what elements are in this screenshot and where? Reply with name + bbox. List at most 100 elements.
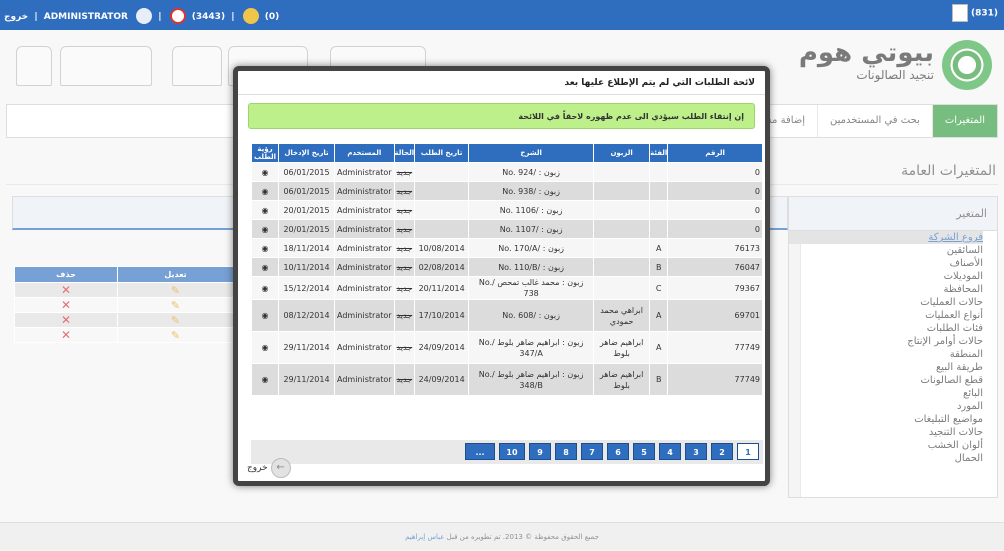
request-category: B — [649, 363, 669, 396]
request-category — [649, 200, 669, 220]
request-category: C — [649, 276, 669, 300]
column-header-status: الحالة — [393, 143, 416, 163]
request-category: A — [649, 331, 669, 364]
alarm-clock-icon[interactable] — [169, 8, 186, 24]
view-eye-icon[interactable]: ◉ — [251, 276, 279, 300]
table-row: 0 زبون : /No. 924 جديد Administrator 06/01/2… — [251, 162, 763, 182]
column-header-request-date: تاريخ الطلب — [414, 143, 470, 163]
status-badge: جديد — [393, 363, 416, 396]
entry-date: 18/11/2014 — [278, 238, 335, 258]
column-header-description: الشرح — [468, 143, 595, 163]
status-badge: جديد — [393, 200, 416, 220]
view-eye-icon[interactable]: ◉ — [251, 363, 279, 396]
request-number: 76173 — [667, 238, 763, 258]
view-eye-icon[interactable]: ◉ — [251, 219, 279, 239]
status-badge: جديد — [393, 238, 416, 258]
page-button[interactable]: 6 — [607, 443, 629, 460]
page-button[interactable]: 8 — [555, 443, 577, 460]
message-count: (0) — [264, 11, 280, 22]
column-header-category: الفئة — [649, 143, 669, 163]
table-row: 79367 C زبون : محمد غالب تمحص /No. 738 20/1… — [251, 276, 763, 300]
request-description: زبون : ابراهيم ضاهر بلوط /No. 347/A — [468, 331, 595, 364]
table-row: 69701 A ابراهي محمد حمودي زبون : /No. 608 17… — [251, 299, 763, 332]
request-date: 02/08/2014 — [414, 257, 470, 277]
user-name: Administrator — [334, 238, 395, 258]
request-number: 76047 — [667, 257, 763, 277]
user-name: Administrator — [334, 162, 395, 182]
request-date: 10/08/2014 — [414, 238, 470, 258]
user-name: Administrator — [334, 363, 395, 396]
customer-name: ابراهيم ضاهر بلوط — [593, 363, 651, 396]
request-description: زبون : /No. 608 — [468, 299, 595, 332]
entry-date: 08/12/2014 — [278, 299, 335, 332]
user-icon[interactable] — [136, 8, 153, 24]
request-number: 0 — [667, 162, 763, 182]
customer-name — [593, 200, 651, 220]
entry-date: 20/01/2015 — [278, 200, 335, 220]
request-number: 0 — [667, 200, 763, 220]
customer-name — [593, 276, 651, 300]
page-button[interactable]: 2 — [711, 443, 733, 460]
status-badge: جديد — [393, 257, 416, 277]
notice-message: إن إنتقاء الطلب سيؤدي الى عدم ظهوره لاحق… — [248, 103, 755, 129]
view-eye-icon[interactable]: ◉ — [251, 200, 279, 220]
top-bar: خروج | ADMINISTRATOR | (3443) | (0) (831… — [0, 0, 1004, 30]
page-button[interactable]: 9 — [529, 443, 551, 460]
status-badge: جديد — [393, 162, 416, 182]
entry-date: 06/01/2015 — [278, 181, 335, 201]
entry-date: 20/01/2015 — [278, 219, 335, 239]
view-eye-icon[interactable]: ◉ — [251, 299, 279, 332]
entry-date: 29/11/2014 — [278, 331, 335, 364]
table-row: 76047 B زبون : /No. 110/B 02/08/2014 جديد Adm… — [251, 257, 763, 277]
exit-label: خروج — [247, 463, 268, 473]
calendar-count: (831) — [970, 8, 998, 19]
column-header-view: رؤية الطلب — [251, 143, 279, 163]
request-number: 79367 — [667, 276, 763, 300]
request-category: A — [649, 299, 669, 332]
view-eye-icon[interactable]: ◉ — [251, 238, 279, 258]
messages-icon[interactable] — [242, 8, 259, 24]
request-category: B — [649, 257, 669, 277]
customer-name — [593, 257, 651, 277]
user-name: Administrator — [334, 200, 395, 220]
calendar-icon[interactable] — [951, 4, 968, 22]
request-date: 24/09/2014 — [414, 363, 470, 396]
request-number: 77749 — [667, 363, 763, 396]
request-category — [649, 162, 669, 182]
request-description: زبون : /No. 1106 — [468, 200, 595, 220]
logout-link[interactable]: خروج — [4, 12, 28, 22]
page-button[interactable]: 4 — [659, 443, 681, 460]
view-eye-icon[interactable]: ◉ — [251, 181, 279, 201]
request-date: 20/11/2014 — [414, 276, 470, 300]
page-button[interactable]: 5 — [633, 443, 655, 460]
entry-date: 10/11/2014 — [278, 257, 335, 277]
modal-title: لائحة الطلبات التي لم يتم الإطلاع عليها … — [238, 71, 765, 95]
customer-name: ابراهي محمد حمودي — [593, 299, 651, 332]
page-more-button[interactable]: ... — [465, 443, 495, 460]
pagination: 1 2 3 4 5 6 7 8 9 10... — [251, 440, 763, 464]
exit-button[interactable]: ← خروج — [247, 457, 291, 479]
table-row: 77749 A ابراهيم ضاهر بلوط زبون : ابراهيم ضا… — [251, 331, 763, 364]
unread-requests-modal: لائحة الطلبات التي لم يتم الإطلاع عليها … — [233, 66, 770, 486]
table-row: 0 زبون : /No. 1107 جديد Administrator 20/01/… — [251, 219, 763, 239]
column-header-number: الرقم — [667, 143, 763, 163]
request-category — [649, 181, 669, 201]
view-eye-icon[interactable]: ◉ — [251, 162, 279, 182]
page-button[interactable]: 10 — [499, 443, 525, 460]
request-description: زبون : /No. 924 — [468, 162, 595, 182]
view-eye-icon[interactable]: ◉ — [251, 257, 279, 277]
request-date — [414, 181, 470, 201]
page-button[interactable]: 3 — [685, 443, 707, 460]
request-date — [414, 200, 470, 220]
request-description: زبون : /No. 170/A — [468, 238, 595, 258]
table-row: 0 زبون : /No. 1106 جديد Administrator 20/01/… — [251, 200, 763, 220]
customer-name: ابراهيم ضاهر بلوط — [593, 331, 651, 364]
request-description: زبون : /No. 1107 — [468, 219, 595, 239]
requests-table: الرقم الفئة الزبون الشرح تاريخ الطلب الحالة ال… — [251, 143, 763, 396]
customer-name — [593, 162, 651, 182]
page-button[interactable]: 1 — [737, 443, 759, 460]
user-name: Administrator — [334, 219, 395, 239]
page-button[interactable]: 7 — [581, 443, 603, 460]
view-eye-icon[interactable]: ◉ — [251, 331, 279, 364]
customer-name — [593, 181, 651, 201]
